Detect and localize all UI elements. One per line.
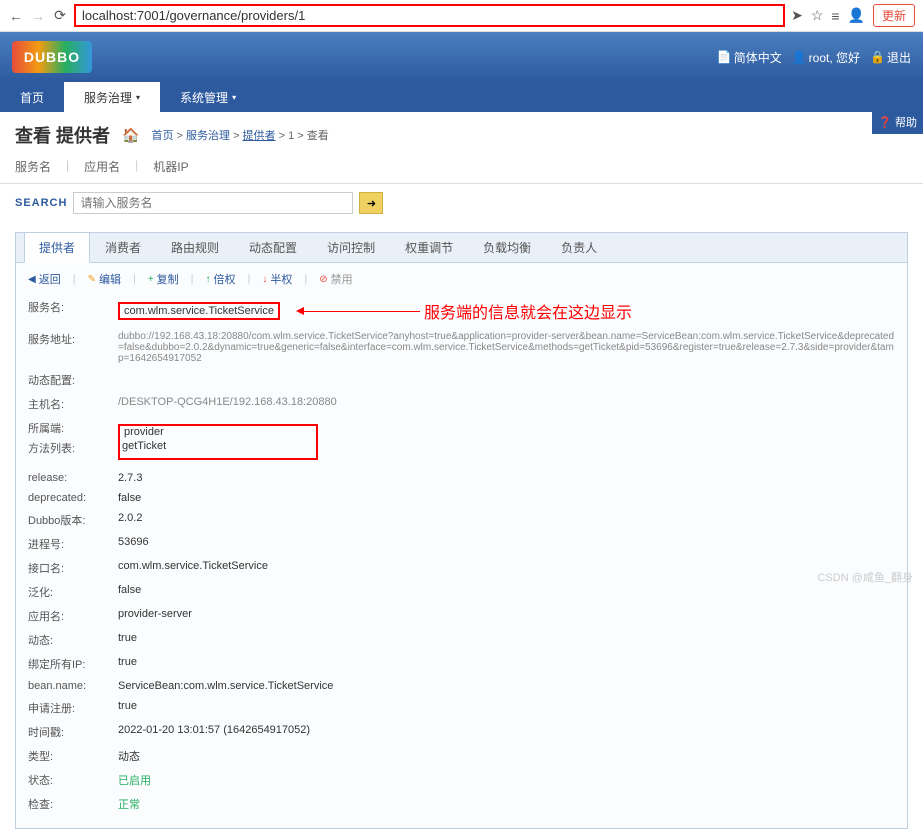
tab-route[interactable]: 路由规则 — [156, 232, 234, 263]
bc-id: 1 — [288, 130, 294, 142]
list-icon[interactable]: ≡ — [831, 8, 839, 24]
bc-view: 查看 — [307, 130, 329, 142]
bc-providers[interactable]: 提供者 — [243, 130, 276, 142]
tab-provider[interactable]: 提供者 — [24, 232, 90, 263]
content-panel: 提供者 消费者 路由规则 动态配置 访问控制 权重调节 负载均衡 负责人 ◀返回… — [15, 232, 908, 829]
subtab-ip[interactable]: 机器IP — [153, 158, 188, 175]
nav-service-gov[interactable]: 服务治理▾ — [64, 82, 160, 112]
row-pid: 进程号:53696 — [28, 532, 895, 556]
subtab-app[interactable]: 应用名 — [84, 158, 120, 175]
row-bean: bean.name:ServiceBean:com.wlm.service.Ti… — [28, 676, 895, 696]
lang-link[interactable]: 📄简体中文 — [717, 49, 782, 66]
app-header: DUBBO 📄简体中文 👤root, 您好 🔒退出 — [0, 32, 923, 82]
row-check: 检查:正常 — [28, 792, 895, 816]
row-interface: 接口名:com.wlm.service.TicketService — [28, 556, 895, 580]
detail-table: 服务名: com.wlm.service.TicketService 服务端的信… — [16, 295, 907, 828]
tab-loadbal[interactable]: 负载均衡 — [468, 232, 546, 263]
nav-home[interactable]: 首页 — [0, 82, 64, 112]
double-weight-link[interactable]: ↑倍权 — [206, 271, 236, 287]
forward-icon[interactable]: → — [30, 8, 46, 24]
sub-tabs: 服务名 | 应用名 | 机器IP — [0, 158, 923, 184]
subtab-service[interactable]: 服务名 — [15, 158, 51, 175]
tab-weight[interactable]: 权重调节 — [390, 232, 468, 263]
update-button[interactable]: 更新 — [873, 4, 915, 27]
row-dubbover: Dubbo版本:2.0.2 — [28, 508, 895, 532]
back-link[interactable]: ◀返回 — [28, 271, 61, 287]
row-time: 时间戳:2022-01-20 13:01:57 (1642654917052) — [28, 720, 895, 744]
nav-sys-admin[interactable]: 系统管理▾ — [160, 82, 256, 112]
browser-right: ➤ ☆ ≡ 👤 更新 — [791, 4, 915, 27]
row-deprecated: deprecated:false — [28, 488, 895, 508]
back-icon[interactable]: ← — [8, 8, 24, 24]
annotation: 服务端的信息就会在这边显示 — [300, 299, 632, 323]
help-button[interactable]: ❓ 帮助 — [872, 110, 923, 134]
page-title: 查看 提供者 — [15, 122, 110, 148]
disable-link[interactable]: ⊘禁用 — [319, 271, 352, 287]
url-path: :7001/governance/providers/1 — [133, 8, 305, 23]
user-icon[interactable]: 👤 — [848, 7, 865, 24]
row-bindip: 绑定所有IP:true — [28, 652, 895, 676]
logout-link[interactable]: 🔒退出 — [870, 49, 911, 66]
service-url-value: dubbo://192.168.43.18:20880/com.wlm.serv… — [118, 331, 895, 364]
search-input[interactable] — [73, 192, 353, 214]
breadcrumb: 首页 > 服务治理 > 提供者 > 1 > 查看 — [151, 127, 328, 143]
send-icon[interactable]: ➤ — [791, 7, 803, 24]
watermark: CSDN @咸鱼_翻身 — [817, 569, 913, 585]
bc-gov[interactable]: 服务治理 — [186, 130, 230, 142]
url-host: localhost — [82, 8, 133, 23]
row-register: 申请注册:true — [28, 696, 895, 720]
tab-access[interactable]: 访问控制 — [312, 232, 390, 263]
row-service-name: 服务名: com.wlm.service.TicketService 服务端的信… — [28, 295, 895, 327]
logo[interactable]: DUBBO — [12, 41, 92, 73]
chevron-down-icon: ▾ — [232, 93, 236, 102]
row-service-url: 服务地址:dubbo://192.168.43.18:20880/com.wlm… — [28, 327, 895, 368]
tab-dynconf[interactable]: 动态配置 — [234, 232, 312, 263]
row-type: 类型:动态 — [28, 744, 895, 768]
star-icon[interactable]: ☆ — [811, 7, 824, 24]
service-name-value: com.wlm.service.TicketService — [118, 302, 280, 320]
main-nav: 首页 服务治理▾ 系统管理▾ — [0, 82, 923, 112]
search-button[interactable]: ➜ — [359, 192, 383, 214]
row-dynamic: 动态:true — [28, 628, 895, 652]
user-link[interactable]: 👤root, 您好 — [792, 49, 860, 66]
home-icon[interactable]: 🏠 — [122, 127, 139, 144]
page-title-bar: 查看 提供者 🏠 首页 > 服务治理 > 提供者 > 1 > 查看 — [0, 112, 923, 158]
header-right: 📄简体中文 👤root, 您好 🔒退出 — [717, 49, 911, 66]
row-app: 应用名:provider-server — [28, 604, 895, 628]
row-status: 状态:已启用 — [28, 768, 895, 792]
row-host: 主机名:/DESKTOP-QCG4H1E/192.168.43.18:20880 — [28, 392, 895, 416]
browser-toolbar: ← → ⟳ localhost:7001/governance/provider… — [0, 0, 923, 32]
reload-icon[interactable]: ⟳ — [52, 8, 68, 24]
row-generic: 泛化:false — [28, 580, 895, 604]
action-bar: ◀返回 | ✎编辑 | +复制 | ↑倍权 | ↓半权 | ⊘禁用 — [16, 263, 907, 295]
search-bar: SEARCH ➜ — [0, 184, 923, 222]
chevron-down-icon: ▾ — [136, 93, 140, 102]
row-release: release:2.7.3 — [28, 468, 895, 488]
copy-link[interactable]: +复制 — [148, 271, 179, 287]
search-label: SEARCH — [15, 197, 67, 209]
tab-consumer[interactable]: 消费者 — [90, 232, 156, 263]
tab-owner[interactable]: 负责人 — [546, 232, 612, 263]
info-tabs: 提供者 消费者 路由规则 动态配置 访问控制 权重调节 负载均衡 负责人 — [16, 233, 907, 263]
edit-link[interactable]: ✎编辑 — [88, 271, 121, 287]
bc-home[interactable]: 首页 — [151, 130, 173, 142]
url-bar[interactable]: localhost:7001/governance/providers/1 — [74, 4, 785, 27]
half-weight-link[interactable]: ↓半权 — [262, 271, 292, 287]
row-dynconf: 动态配置: — [28, 368, 895, 392]
